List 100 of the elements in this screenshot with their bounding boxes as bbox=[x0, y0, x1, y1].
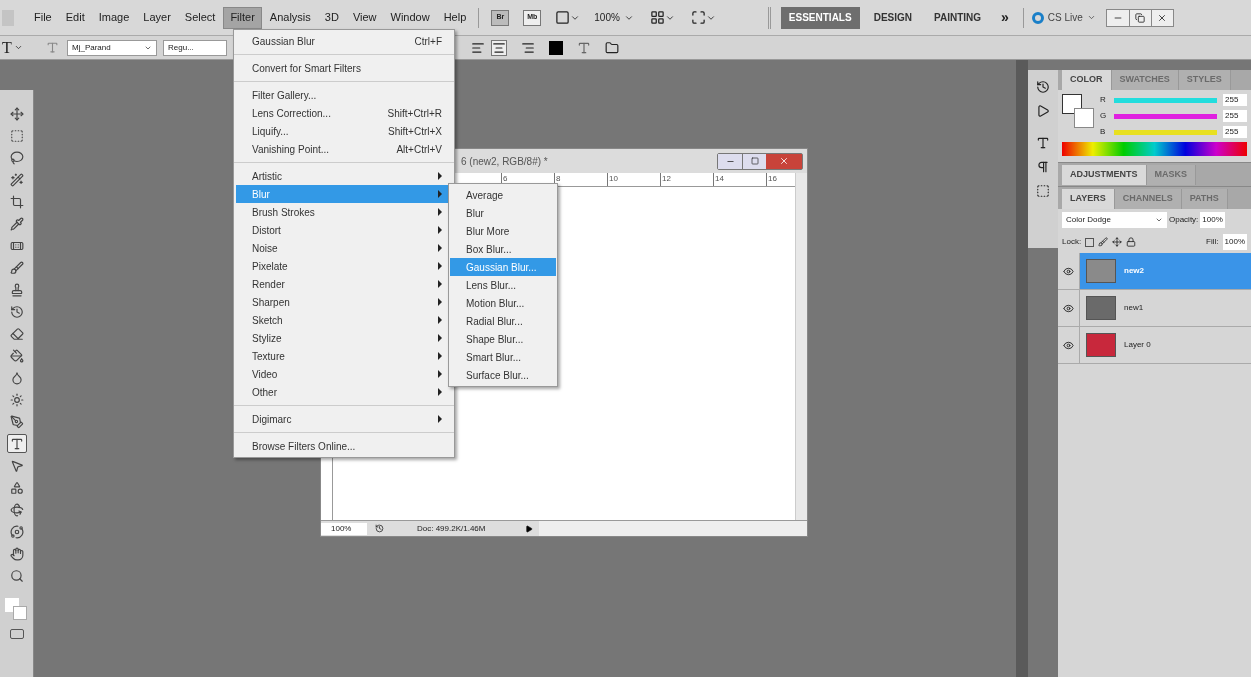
menu-item[interactable]: 3D bbox=[318, 6, 345, 29]
workspace-button[interactable]: DESIGN bbox=[865, 6, 920, 29]
submenu-arrow-icon bbox=[438, 298, 442, 306]
channel-value[interactable]: 255 bbox=[1223, 110, 1247, 122]
menu-item[interactable]: Liquify... Shift+Ctrl+X bbox=[236, 122, 452, 140]
menu-item[interactable]: Select bbox=[178, 6, 222, 29]
menu-item[interactable]: View bbox=[346, 6, 383, 29]
submenu-arrow-icon bbox=[438, 280, 442, 288]
menu-item[interactable]: Motion Blur... bbox=[450, 294, 556, 312]
channel-value[interactable]: 255 bbox=[1223, 126, 1247, 138]
menu-item[interactable]: Brush Strokes bbox=[236, 203, 452, 221]
layer-row[interactable]: new1 bbox=[1080, 290, 1251, 326]
menu-item[interactable]: Sharpen bbox=[236, 293, 452, 311]
lock-label: Lock: bbox=[1062, 236, 1082, 248]
menu-item[interactable]: Surface Blur... bbox=[450, 366, 556, 384]
lock-pixels-icon[interactable] bbox=[1098, 237, 1109, 247]
menu-item[interactable]: Edit bbox=[59, 6, 91, 29]
document-title: 6 (new2, RGB/8#) * bbox=[461, 154, 548, 169]
screen-mode-icon[interactable] bbox=[555, 10, 581, 25]
font-style-dropdown[interactable]: Regu... bbox=[163, 39, 227, 56]
menu-item[interactable]: Convert for Smart Filters bbox=[236, 59, 452, 77]
fill-field[interactable]: 100% bbox=[1222, 234, 1247, 250]
warp-text-icon[interactable] bbox=[577, 40, 591, 55]
menu-item[interactable]: Texture bbox=[236, 347, 452, 365]
maximize-button[interactable] bbox=[742, 153, 766, 169]
blend-mode-dropdown[interactable]: Color Dodge bbox=[1062, 212, 1167, 228]
menu-item[interactable]: Digimarc bbox=[236, 410, 452, 428]
menu-item[interactable]: Browse Filters Online... bbox=[236, 437, 452, 455]
font-family-dropdown[interactable]: Mj_Parand bbox=[67, 39, 157, 56]
close-button[interactable] bbox=[1150, 9, 1173, 26]
screen-icon[interactable] bbox=[690, 10, 716, 25]
restore-icon bbox=[1135, 12, 1146, 23]
history-icon[interactable] bbox=[1036, 80, 1050, 94]
more-workspaces-button[interactable]: » bbox=[995, 7, 1015, 28]
menu-item[interactable]: Lens Blur... bbox=[450, 276, 556, 294]
tool-preset-button[interactable]: T bbox=[2, 35, 36, 60]
lock-transparency-icon[interactable] bbox=[1085, 237, 1095, 247]
menu-item[interactable]: Blur bbox=[450, 204, 556, 222]
workspace-button[interactable]: ESSENTIALS bbox=[780, 6, 860, 29]
character-icon[interactable] bbox=[1036, 136, 1050, 150]
menu-item[interactable]: Artistic bbox=[236, 167, 452, 185]
menu-item[interactable]: Noise bbox=[236, 239, 452, 257]
color-swatches-icon[interactable] bbox=[1062, 94, 1094, 130]
quick-mask-icon[interactable] bbox=[9, 629, 24, 639]
menu-item[interactable]: Pixelate bbox=[236, 257, 452, 275]
document-info: Doc: 499.2K/1.46M bbox=[416, 522, 487, 535]
align-right-icon[interactable] bbox=[521, 40, 535, 55]
menu-item[interactable]: Filter Gallery... bbox=[236, 86, 452, 104]
menu-item[interactable]: Distort bbox=[236, 221, 452, 239]
menu-item[interactable]: Gaussian Blur Ctrl+F bbox=[236, 32, 452, 50]
menu-item[interactable]: Lens Correction... Shift+Ctrl+R bbox=[236, 104, 452, 122]
menu-item[interactable]: Other bbox=[236, 383, 452, 401]
caret-icon bbox=[1086, 13, 1096, 22]
opacity-field[interactable]: 100% bbox=[1200, 212, 1225, 228]
menu-item[interactable]: Average bbox=[450, 186, 556, 204]
menu-item[interactable]: Shape Blur... bbox=[450, 330, 556, 348]
actions-icon[interactable] bbox=[1036, 104, 1050, 118]
menu-item[interactable]: Image bbox=[92, 6, 136, 29]
menu-item[interactable]: Help bbox=[437, 6, 473, 29]
paragraph-icon[interactable] bbox=[1036, 160, 1050, 174]
panel-tab[interactable]: LAYERS bbox=[1062, 189, 1115, 209]
horizontal-scrollbar[interactable] bbox=[539, 521, 807, 536]
align-center-icon[interactable] bbox=[491, 39, 507, 56]
menu-item[interactable]: Filter bbox=[223, 6, 262, 29]
panels-icon[interactable] bbox=[605, 40, 619, 55]
color-swatches-icon[interactable] bbox=[4, 598, 29, 622]
restore-button[interactable] bbox=[1128, 9, 1151, 26]
layer-row[interactable]: Layer 0 bbox=[1080, 327, 1251, 363]
menu-item[interactable]: Sketch bbox=[236, 311, 452, 329]
menu-item[interactable]: Vanishing Point... Alt+Ctrl+V bbox=[236, 140, 452, 158]
submenu-arrow-icon bbox=[438, 352, 442, 360]
status-menu-icon[interactable] bbox=[525, 524, 533, 533]
menu-item[interactable]: Stylize bbox=[236, 329, 452, 347]
menu-item[interactable]: Render bbox=[236, 275, 452, 293]
minimize-button[interactable] bbox=[718, 153, 742, 169]
panel-tab[interactable]: ADJUSTMENTS bbox=[1062, 165, 1147, 185]
type-tool-icon[interactable] bbox=[6, 434, 27, 453]
clone-source-icon[interactable] bbox=[1036, 184, 1050, 198]
menu-item[interactable]: Window bbox=[384, 6, 436, 29]
cs-live-button[interactable]: CS Live bbox=[1031, 10, 1096, 25]
menu-item[interactable]: Layer bbox=[137, 6, 177, 29]
zoom-dropdown[interactable]: 100% bbox=[594, 10, 634, 25]
menu-item[interactable]: Video bbox=[236, 365, 452, 383]
menu-item[interactable]: Radial Blur... bbox=[450, 312, 556, 330]
lock-position-icon[interactable] bbox=[1112, 237, 1123, 247]
minimize-button[interactable] bbox=[1106, 9, 1129, 26]
channel-value[interactable]: 255 bbox=[1223, 94, 1247, 106]
menu-item[interactable]: Analysis bbox=[263, 6, 317, 29]
workspace-button[interactable]: PAINTING bbox=[926, 6, 990, 29]
color-spectrum-bar[interactable] bbox=[1062, 142, 1247, 156]
lock-all-icon[interactable] bbox=[1126, 237, 1137, 247]
arrange-icon[interactable] bbox=[649, 10, 675, 25]
menu-item[interactable]: Box Blur... bbox=[450, 240, 556, 258]
menu-item[interactable]: File bbox=[28, 6, 58, 29]
menu-item[interactable]: Blur More bbox=[450, 222, 556, 240]
align-left-icon[interactable] bbox=[471, 40, 485, 55]
text-color-swatch[interactable] bbox=[549, 40, 563, 55]
menu-item[interactable]: Smart Blur... bbox=[450, 348, 556, 366]
channel-label: G bbox=[1100, 110, 1108, 122]
panel-tab[interactable]: COLOR bbox=[1062, 70, 1112, 90]
